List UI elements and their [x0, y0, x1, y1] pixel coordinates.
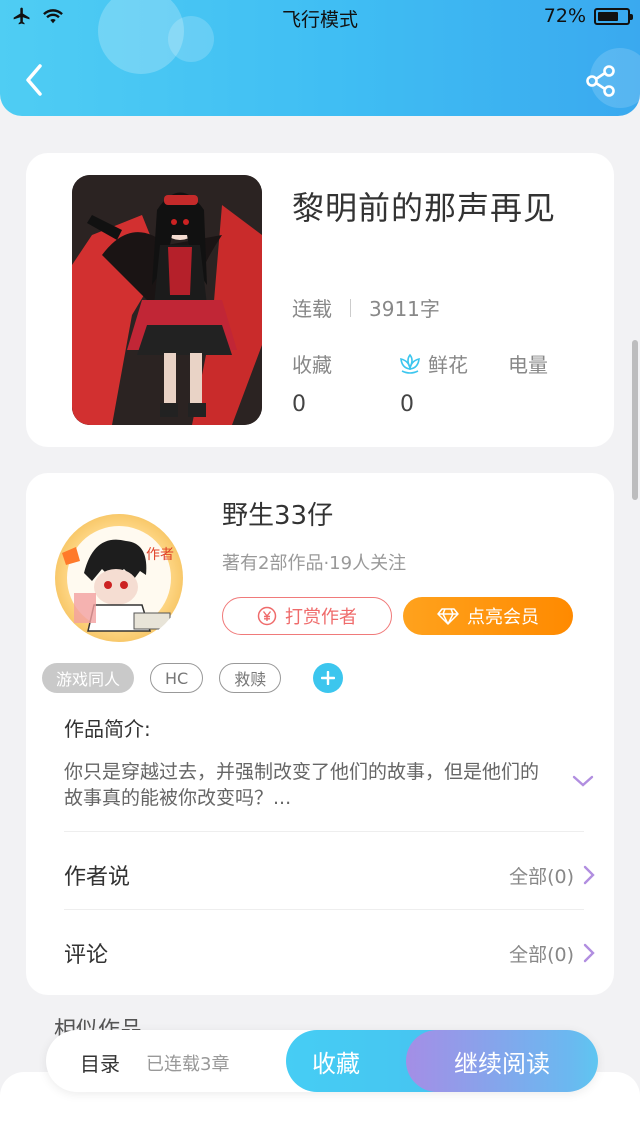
author-says-label: 作者说: [64, 865, 131, 890]
vip-member-label: 点亮会员: [467, 607, 539, 628]
plus-icon: [321, 671, 336, 685]
toc-button[interactable]: 目录: [80, 1048, 120, 1077]
share-icon: [586, 65, 615, 97]
avatar-badge-text: 作者: [146, 547, 174, 563]
favorites-stat: 收藏 0: [292, 349, 332, 417]
scrollbar[interactable]: [632, 340, 638, 500]
author-says-row[interactable]: 作者说 全部(0): [64, 845, 596, 905]
word-count: 3911字: [369, 297, 440, 321]
tag-item[interactable]: HC: [150, 663, 204, 693]
chapters-count: 已连载3章: [146, 1054, 230, 1075]
status-bar: 飞行模式 72%: [0, 0, 640, 34]
continue-reading-label: 继续阅读: [454, 1049, 550, 1078]
tag-list: 游戏同人 HC 救赎: [42, 663, 344, 693]
bottom-action-bar: 目录 已连载3章 收藏 继续阅读: [46, 1030, 598, 1092]
book-title: 黎明前的那声再见: [292, 189, 557, 227]
meta-divider: [350, 298, 351, 317]
book-meta: 连载 3911字: [292, 293, 440, 322]
power-stat[interactable]: 电量: [508, 349, 548, 378]
chevron-down-icon: [572, 775, 594, 787]
chevron-right-icon: [583, 943, 595, 963]
power-label: 电量: [508, 353, 548, 377]
flowers-value: 0: [400, 392, 414, 417]
back-button[interactable]: [18, 60, 52, 100]
tag-item[interactable]: 游戏同人: [42, 663, 135, 693]
expand-intro-button[interactable]: [570, 771, 596, 791]
battery-fill: [598, 11, 619, 21]
intro-text: 你只是穿越过去，并强制改变了他们的故事，但是他们的故事真的能被你改变吗？...: [64, 761, 540, 809]
add-tag-button[interactable]: [313, 663, 344, 693]
divider: [64, 909, 584, 910]
battery-percent: 72%: [543, 5, 586, 27]
lotus-flower-icon: [400, 353, 420, 374]
divider: [64, 831, 584, 832]
collect-label: 收藏: [312, 1049, 360, 1078]
diamond-icon: [437, 608, 459, 625]
author-card: 作者 野生33仔 著有2部作品·19人关注 打赏作者 点亮会员 游戏同人 HC …: [26, 473, 614, 995]
book-cover-image[interactable]: [72, 175, 262, 425]
reward-author-label: 打赏作者: [285, 607, 357, 628]
share-button[interactable]: [584, 64, 618, 98]
intro-title: 作品简介:: [64, 717, 151, 741]
flowers-label: 鲜花: [428, 353, 468, 377]
author-says-count: 全部(0): [509, 865, 574, 888]
favorites-value: 0: [292, 392, 306, 417]
author-avatar[interactable]: 作者: [54, 513, 184, 643]
author-name[interactable]: 野生33仔: [222, 495, 333, 532]
book-info-card: 黎明前的那声再见 连载 3911字 收藏 0 鲜花 0 电量: [26, 153, 614, 447]
comments-label: 评论: [64, 943, 109, 968]
reward-author-button[interactable]: 打赏作者: [222, 597, 392, 635]
vip-member-button[interactable]: 点亮会员: [403, 597, 573, 635]
continue-reading-button[interactable]: 继续阅读: [406, 1030, 598, 1092]
author-info: 著有2部作品·19人关注: [222, 553, 407, 574]
chevron-right-icon: [583, 865, 595, 885]
battery-icon: [594, 7, 633, 25]
comments-row[interactable]: 评论 全部(0): [64, 923, 596, 983]
chevron-left-icon: [26, 64, 42, 96]
top-header: 飞行模式 72%: [0, 0, 640, 116]
flowers-stat[interactable]: 鲜花 0: [398, 349, 468, 417]
favorites-label: 收藏: [292, 353, 332, 377]
book-status: 连载: [292, 297, 332, 321]
comments-count: 全部(0): [509, 943, 574, 966]
yen-coin-icon: [257, 606, 277, 626]
tag-item[interactable]: 救赎: [219, 663, 282, 693]
